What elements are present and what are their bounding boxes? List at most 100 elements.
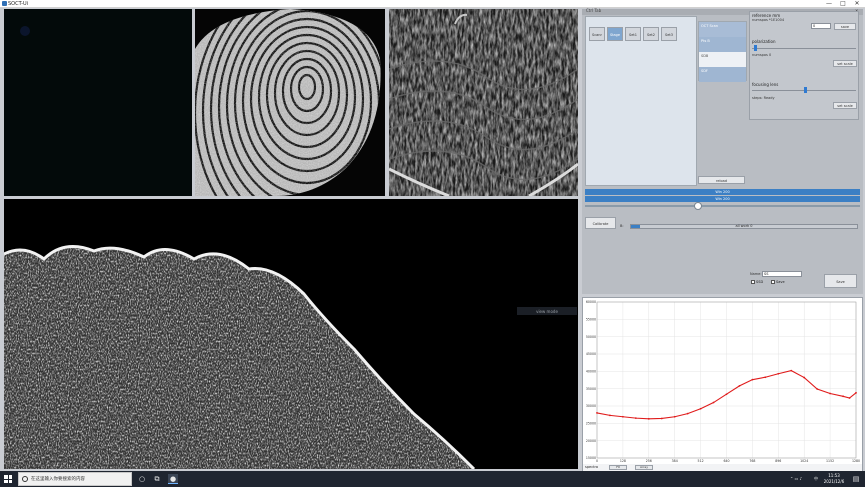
chart-y-tick-label: 60000	[586, 300, 596, 304]
chart-x-tick-label: 1024	[800, 459, 808, 463]
close-window-button[interactable]: ✕	[850, 0, 864, 8]
tab-set3[interactable]: Set3	[661, 27, 677, 41]
soct-app-taskbar-icon[interactable]: ●	[168, 474, 178, 484]
tab-set1[interactable]: Set1	[625, 27, 641, 41]
focusing-slider-thumb[interactable]	[804, 87, 807, 93]
image-view-subsurface	[389, 9, 578, 196]
list-item-sdb[interactable]: SDB	[699, 52, 746, 67]
taskbar-clock[interactable]: 11:53 2021/12/6	[819, 473, 849, 485]
chart-data-point	[829, 392, 831, 395]
ssd-checkbox-label: SSD	[756, 280, 764, 284]
taskbar: 在这里输入你要搜索的内容 ○ ⧉ ● ⌃ ▭ ♪ 中 11:53 2021/12…	[0, 471, 865, 487]
scan-range-bar-1: Win 200	[585, 189, 860, 195]
scan-slider-track	[585, 205, 860, 207]
chart-data-point	[596, 412, 598, 414]
ssd-checkbox-box[interactable]	[751, 280, 755, 284]
control-panel-title: Ctrl Tab	[586, 8, 602, 13]
save-checkbox[interactable]: Save	[771, 280, 785, 284]
chart-data-point	[790, 369, 793, 372]
notification-icon[interactable]: ▤	[851, 474, 861, 484]
window-title: SOCT-Ui	[8, 1, 29, 7]
chart-y-tick-label: 45000	[586, 352, 596, 356]
control-panel: Ctrl Tab ✕ Scanr Stage Set1 Set2 Set3 OC…	[582, 8, 863, 294]
chart-y-tick-label: 30000	[586, 404, 596, 408]
image-view-1-canvas	[20, 26, 30, 36]
subsurface-image	[389, 9, 578, 196]
name-label: Name:	[750, 272, 762, 276]
chart-footer-label: spectra	[585, 465, 599, 469]
chart-data-point	[777, 372, 780, 375]
tab-scanr[interactable]: Scanr	[589, 27, 605, 41]
windows-start-icon[interactable]	[4, 475, 12, 483]
tray-icons[interactable]: ⌃ ▭ ♪	[790, 471, 802, 487]
window-titlebar: SOCT-Ui — □ ✕	[0, 0, 865, 8]
chart-data-point	[622, 415, 624, 418]
ssd-checkbox[interactable]: SSD	[751, 280, 763, 284]
taskbar-search-box[interactable]: 在这里输入你要搜索的内容	[18, 472, 132, 486]
cortana-icon[interactable]: ○	[137, 474, 147, 484]
maximize-button[interactable]: □	[836, 0, 850, 8]
task-view-icon[interactable]: ⧉	[152, 474, 162, 484]
focusing-set-scale-button[interactable]: set scale	[833, 102, 857, 109]
chart-data-point	[699, 407, 702, 410]
polarization-group-title: polarization	[752, 39, 776, 44]
chart-x-tick-label: 384	[672, 459, 678, 463]
list-item-sdf[interactable]: SDF	[699, 67, 746, 82]
bscan-view: view mode	[4, 199, 578, 469]
taskbar-date: 2021/12/6	[823, 479, 845, 484]
image-view-fingerprint	[195, 9, 385, 196]
calibrate-button[interactable]: Calibrate	[585, 217, 616, 229]
chart-data-point	[660, 417, 663, 420]
save-checkbox-label: Save	[776, 280, 785, 284]
list-item-pts-b[interactable]: Pts B	[699, 37, 746, 52]
chart-x-tick-label: 640	[723, 459, 729, 463]
search-icon	[22, 476, 28, 482]
work-progress-bar: all work 0	[630, 224, 858, 229]
chart-fit-button[interactable]: Fit	[609, 465, 627, 470]
chart-data-point	[764, 376, 767, 379]
reference-position-input[interactable]: 0	[811, 23, 831, 29]
chart-data-point	[855, 391, 857, 394]
chart-data-point	[803, 376, 806, 379]
list-item-oct-scan[interactable]: OCT Scan	[699, 22, 746, 37]
chart-y-tick-label: 35000	[586, 387, 596, 391]
settings-groups: reference mm numspos *1E1004 0 save pola…	[749, 11, 859, 120]
scan-slider-thumb[interactable]	[693, 202, 702, 210]
app-root: SOCT-Ui — □ ✕ view mode Ctrl Tab Scanr S…	[0, 0, 865, 487]
save-checkbox-box[interactable]	[771, 280, 775, 284]
reload-button[interactable]: reload	[698, 176, 745, 184]
save-button[interactable]: Save	[824, 274, 857, 288]
chart-x-tick-label: 256	[646, 459, 652, 463]
tab-container: Scanr Stage Set1 Set2 Set3	[585, 16, 697, 186]
chart-x-tick-label: 512	[698, 459, 704, 463]
chart-y-tick-label: 15000	[586, 456, 596, 460]
input-method-indicator[interactable]: 中	[814, 471, 818, 487]
chart-data-point	[842, 395, 844, 398]
polarization-set-scale-button[interactable]: set scale	[833, 60, 857, 67]
tab-set2[interactable]: Set2	[643, 27, 659, 41]
chart-x-tick-label: 768	[749, 459, 755, 463]
bscan-image: view mode	[4, 245, 577, 469]
minimize-button[interactable]: —	[822, 0, 836, 8]
chart-x-tick-label: 1280	[852, 459, 860, 463]
polarization-slider-thumb[interactable]	[754, 45, 757, 51]
scan-range-bar-2: Win 200	[585, 196, 860, 202]
spectrum-chart: 60000 55000 50000 45000 40000 35000 30000 25000…	[586, 300, 860, 463]
chart-data-point	[686, 412, 689, 415]
name-input[interactable]: SS	[762, 271, 802, 277]
chart-y-tick-label: 55000	[586, 318, 596, 322]
chart-data-point	[848, 397, 851, 399]
chart-y-tick-label: 50000	[586, 335, 596, 339]
chart-data-point	[738, 384, 741, 387]
polarization-group-value: numspos 0	[752, 53, 772, 57]
app-icon	[2, 1, 7, 6]
chart-data-point	[751, 378, 754, 381]
chart-x-tick-label: 0	[596, 459, 598, 463]
chart-data-point	[816, 388, 819, 390]
tab-stage[interactable]: Stage	[607, 27, 623, 41]
focusing-group-title: focusing lens	[752, 82, 779, 87]
reference-save-button[interactable]: save	[834, 23, 856, 30]
chart-footer: spectra Fit Array	[583, 464, 862, 471]
chart-array-button[interactable]: Array	[635, 465, 653, 470]
work-progress-text: all work 0	[735, 224, 753, 228]
